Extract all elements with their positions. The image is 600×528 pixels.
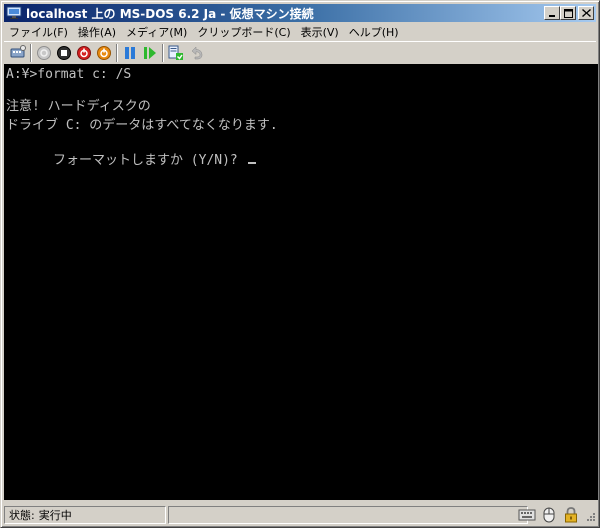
- lock-icon: [562, 506, 580, 524]
- menu-help[interactable]: ヘルプ(H): [344, 24, 404, 40]
- close-button[interactable]: [578, 6, 594, 20]
- resume-icon: [144, 46, 156, 59]
- console-line-prompt: フォーマットしますか (Y/N)?: [52, 153, 246, 168]
- power-icon: [97, 45, 111, 60]
- console-line-data-loss: ドライブ C: のデータはすべてなくなります.: [6, 118, 278, 133]
- status-icons: [518, 506, 580, 524]
- pause-icon: [125, 46, 135, 59]
- turn-off-button[interactable]: [54, 43, 74, 63]
- status-pane: 状態: 実行中: [4, 506, 166, 524]
- status-value: 実行中: [38, 509, 72, 522]
- toolbar: [4, 41, 596, 63]
- minimize-button[interactable]: [544, 6, 560, 20]
- start-button[interactable]: [34, 43, 54, 63]
- shutdown-icon: [77, 45, 91, 60]
- console-prompt-row: フォーマットしますか (Y/N)?: [6, 137, 256, 185]
- vm-console-screen[interactable]: A:¥>format c: /S 注意! ハードディスクの ドライブ C: のデ…: [4, 64, 598, 500]
- keyboard-icon: [518, 506, 536, 524]
- menu-media[interactable]: メディア(M): [121, 24, 192, 40]
- window-title: localhost 上の MS-DOS 6.2 Ja - 仮想マシン接続: [26, 6, 314, 21]
- maximize-button[interactable]: [560, 6, 576, 20]
- turn-off-icon: [57, 45, 71, 60]
- snapshot-button[interactable]: [166, 43, 186, 63]
- shutdown-button[interactable]: [74, 43, 94, 63]
- toolbar-separator: [162, 43, 164, 62]
- power-button[interactable]: [94, 43, 114, 63]
- title-bar[interactable]: localhost 上の MS-DOS 6.2 Ja - 仮想マシン接続: [4, 4, 596, 22]
- menu-bar: ファイル(F) 操作(A) メディア(M) クリップボード(C) 表示(V) ヘ…: [4, 23, 596, 41]
- status-bar: 状態: 実行中: [4, 504, 598, 526]
- console-line-warning: 注意! ハードディスクの: [6, 99, 151, 114]
- menu-clipboard[interactable]: クリップボード(C): [192, 24, 295, 40]
- start-icon: [37, 45, 51, 60]
- window-controls: [544, 6, 594, 20]
- pause-button[interactable]: [120, 43, 140, 63]
- ctrl-alt-del-icon: [10, 44, 26, 57]
- toolbar-separator: [116, 43, 118, 62]
- vm-connection-window: localhost 上の MS-DOS 6.2 Ja - 仮想マシン接続 ファイ…: [0, 0, 600, 528]
- ctrl-alt-del-button[interactable]: [8, 43, 28, 63]
- revert-button[interactable]: [186, 43, 206, 63]
- vm-connection-icon: [6, 6, 22, 20]
- text-cursor: [247, 162, 256, 164]
- mouse-icon: [540, 506, 558, 524]
- menu-action[interactable]: 操作(A): [73, 24, 121, 40]
- toolbar-separator: [30, 43, 32, 62]
- revert-icon: [191, 45, 203, 59]
- status-label: 状態:: [9, 509, 35, 522]
- console-line-command: A:¥>format c: /S: [6, 67, 132, 82]
- menu-view[interactable]: 表示(V): [296, 24, 344, 40]
- menu-file[interactable]: ファイル(F): [4, 24, 73, 40]
- snapshot-icon: [168, 45, 183, 60]
- resize-grip-icon[interactable]: [584, 512, 596, 524]
- resume-button[interactable]: [140, 43, 160, 63]
- status-pane-empty: [168, 506, 528, 524]
